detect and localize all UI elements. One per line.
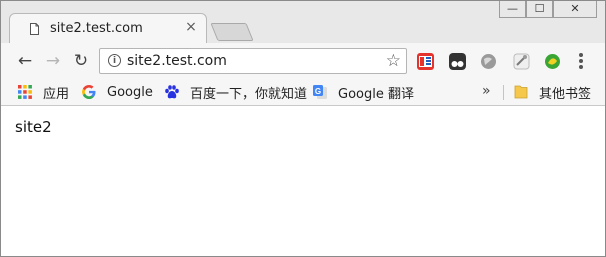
security-extension-icon[interactable]	[544, 53, 561, 70]
bookmark-google[interactable]: Google	[81, 84, 153, 100]
document-icon	[30, 23, 39, 35]
info-icon[interactable]: i	[108, 54, 121, 67]
globe-extension-icon[interactable]	[480, 53, 497, 70]
window-controls: — ☐ ✕	[499, 1, 597, 19]
other-bookmarks-label: 其他书签	[539, 86, 592, 102]
bookmark-google-translate[interactable]: G Google 翻译	[312, 84, 414, 102]
forward-button[interactable]: →	[43, 51, 63, 71]
reload-button[interactable]: ↻	[71, 51, 91, 71]
minimize-button[interactable]: —	[499, 1, 526, 18]
google-translate-icon: G	[313, 85, 327, 99]
google-g-icon	[82, 85, 96, 99]
bookmark-baidu[interactable]: 百度一下，你就知道	[164, 84, 308, 102]
bookmark-label: 应用	[43, 86, 70, 102]
other-bookmarks-folder[interactable]: 其他书签	[513, 84, 592, 102]
page-content: site2	[1, 106, 605, 256]
folder-icon	[514, 85, 528, 99]
bookmark-star-icon[interactable]: ☆	[386, 51, 401, 71]
address-bar[interactable]: i site2.test.com ☆	[99, 48, 407, 74]
close-window-button[interactable]: ✕	[553, 1, 597, 18]
apps-grid-icon	[18, 85, 32, 99]
svg-text:G: G	[315, 87, 321, 96]
bookmarks-divider	[503, 85, 504, 100]
url-text[interactable]: site2.test.com	[127, 53, 227, 69]
fe-helper-extension-icon[interactable]	[417, 53, 434, 70]
bookmarks-bar: 应用 Google 百度一下，你就知道 G Google 翻译 » 其他书签	[1, 80, 605, 106]
bookmark-apps[interactable]: 应用	[17, 84, 70, 102]
tool-extension-icon[interactable]	[513, 53, 530, 70]
page-text: site2	[15, 118, 52, 136]
back-button[interactable]: ←	[15, 51, 35, 71]
tampermonkey-extension-icon[interactable]	[449, 53, 466, 70]
menu-kebab-icon[interactable]	[579, 53, 583, 70]
maximize-button[interactable]: ☐	[526, 1, 553, 18]
bookmark-label: Google	[107, 84, 153, 100]
tab-title: site2.test.com	[50, 21, 143, 36]
tab-close-icon[interactable]: ×	[185, 20, 197, 34]
baidu-paw-icon	[165, 85, 179, 99]
browser-window: site2.test.com × — ☐ ✕ ← → ↻ i site2.tes…	[0, 0, 606, 257]
tab-active[interactable]: site2.test.com ×	[9, 13, 207, 43]
toolbar: ← → ↻ i site2.test.com ☆	[1, 43, 605, 80]
tab-strip: site2.test.com × — ☐ ✕	[1, 1, 605, 43]
bookmark-label: 百度一下，你就知道	[190, 86, 308, 102]
bookmark-label: Google 翻译	[338, 86, 414, 102]
new-tab-button[interactable]	[210, 23, 254, 41]
bookmarks-overflow-chevron-icon[interactable]: »	[482, 83, 491, 99]
